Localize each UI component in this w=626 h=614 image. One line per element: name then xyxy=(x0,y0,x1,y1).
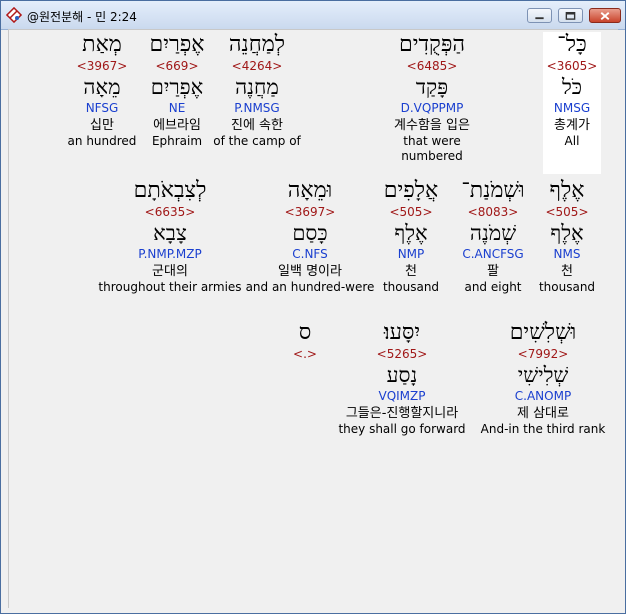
morph-code: NMSG xyxy=(553,101,591,115)
morph-code: NE xyxy=(168,101,186,115)
word-card[interactable]: וּמֵאָה <3697> כָּסַם C.NFS 일백 명이라 and an hun… xyxy=(245,178,375,295)
hebrew-word: מְאַת xyxy=(82,32,122,57)
korean-gloss: 계수함을 입은 xyxy=(394,118,470,133)
morph-code: NMP xyxy=(397,247,425,261)
title-bar[interactable]: @원전분해 - 민 2:24 xyxy=(1,1,625,30)
lemma-word: אֶלֶף xyxy=(394,221,428,245)
lemma-word: פָּקַד xyxy=(415,75,449,99)
word-card[interactable]: לְמַחֲנֵה <4264> מַחֲנֶה P.NMSG 진에 속한 of the … xyxy=(207,32,307,149)
word-card[interactable]: הַפְּקֻדִים <6485> פָּקַד D.VQPPMP 계수함을 입은 th… xyxy=(372,32,492,164)
lemma-word: צָבָא xyxy=(153,221,187,245)
interlinear-panel: כָּל־ <3605> כֹּל NMSG 총계가 All הַפְּקֻדִים <64… xyxy=(8,29,618,608)
strong-number: <3697> xyxy=(284,205,336,219)
close-button[interactable] xyxy=(589,8,621,23)
lemma-word: כֹּל xyxy=(561,75,583,99)
word-card[interactable]: מְאַת <3967> מֵאָה NFSG 십만 an hundred xyxy=(62,32,142,149)
korean-gloss: 제 삼대로 xyxy=(517,406,569,421)
lemma-word xyxy=(275,363,335,388)
app-logo-icon xyxy=(6,7,22,23)
word-card[interactable]: יִסָּעוּ׃ <5265> נָסַע VQIMZP 그들은-진행할지니라 they… xyxy=(327,320,477,437)
lemma-word: שְׁמֹנֶה xyxy=(469,221,517,245)
english-gloss: All xyxy=(564,134,580,148)
minimize-button[interactable] xyxy=(527,8,552,23)
hebrew-word: לְצִבְאֹתָם xyxy=(133,178,207,203)
maximize-icon xyxy=(565,11,576,20)
strong-number: <3605> xyxy=(546,59,598,73)
hebrew-word: וּשְׁמֹנַת־ xyxy=(461,178,525,203)
morph-code: C.ANCFSG xyxy=(462,247,524,261)
morph-code: P.NMP.MZP xyxy=(138,247,202,261)
korean-gloss: 팔 xyxy=(487,264,499,279)
english-gloss: And-in the third rank xyxy=(480,422,606,436)
word-card[interactable]: אֶפְרַיִם <669> אֶפְרַיִם NE 에브라임 Ephraim xyxy=(137,32,217,149)
hebrew-word: אֶפְרַיִם xyxy=(149,32,205,57)
strong-number: <505> xyxy=(545,205,589,219)
word-card[interactable]: אֲלָפִים <505> אֶלֶף NMP 천 thousand xyxy=(376,178,446,295)
minimize-icon xyxy=(535,17,544,20)
lemma-word: אֶפְרַיִם xyxy=(150,75,204,99)
morph-code: C.NFS xyxy=(292,247,328,261)
hebrew-word: וּשְׁלִשִׁים xyxy=(509,320,577,345)
strong-number: <6635> xyxy=(144,205,196,219)
morph-code: D.VQPPMP xyxy=(400,101,464,115)
morph-code: NFSG xyxy=(85,101,119,115)
korean-gloss: 군대의 xyxy=(152,264,188,279)
strong-number: <6485> xyxy=(406,59,458,73)
english-gloss: and eight xyxy=(464,280,522,294)
morph-code: C.ANOMP xyxy=(514,389,572,403)
hebrew-word: אֶלֶף xyxy=(549,178,585,203)
hebrew-word: כָּל־ xyxy=(557,32,587,57)
english-gloss: an hundred xyxy=(67,134,137,148)
english-gloss: and an hundred-were xyxy=(245,280,375,294)
korean-gloss: 천 xyxy=(561,264,573,279)
lemma-word: כָּסַם xyxy=(292,221,328,245)
lemma-word: מֵאָה xyxy=(83,75,121,99)
hebrew-word: אֲלָפִים xyxy=(383,178,439,203)
morph-code: VQIMZP xyxy=(378,389,426,403)
korean-gloss: 그들은-진행할지니라 xyxy=(345,406,459,421)
korean-gloss: 천 xyxy=(405,264,417,279)
window-title: @원전분해 - 민 2:24 xyxy=(27,10,137,24)
word-card[interactable]: וּשְׁמֹנַת־ <8083> שְׁמֹנֶה C.ANCFSG 팔 and ei… xyxy=(453,178,533,295)
word-card[interactable]: לְצִבְאֹתָם <6635> צָבָא P.NMP.MZP 군대의 throug… xyxy=(95,178,245,295)
hebrew-word: וּמֵאָה xyxy=(287,178,333,203)
english-gloss: that were numbered xyxy=(401,134,463,163)
english-gloss: Ephraim xyxy=(151,134,203,148)
close-icon xyxy=(600,12,610,21)
hebrew-word: לְמַחֲנֵה xyxy=(228,32,286,57)
strong-number: <669> xyxy=(155,59,199,73)
lemma-word: מַחֲנֶה xyxy=(235,75,279,99)
strong-number: <505> xyxy=(389,205,433,219)
word-card[interactable]: וּשְׁלִשִׁים <7992> שְׁלִישִׁי C.ANOMP 제 삼대로… xyxy=(478,320,608,437)
morph-code: P.NMSG xyxy=(234,101,280,115)
lemma-word: אֶלֶף xyxy=(550,221,584,245)
word-card[interactable]: ס <.> xyxy=(275,320,335,390)
strong-number: <4264> xyxy=(231,59,283,73)
english-gloss: of the camp of xyxy=(213,134,301,148)
hebrew-word: יִסָּעוּ׃ xyxy=(383,320,421,345)
strong-number: <.> xyxy=(293,347,317,361)
korean-gloss: 진에 속한 xyxy=(231,118,283,133)
korean-gloss: 에브라임 xyxy=(153,118,201,133)
morph-code: NMS xyxy=(553,247,581,261)
lemma-word: שְׁלִישִׁי xyxy=(517,363,569,387)
english-gloss: thousand xyxy=(538,280,596,294)
english-gloss: they shall go forward xyxy=(338,422,466,436)
app-window: @원전분해 - 민 2:24 כָּל־ <3605> כֹּל NMSG 총계가 All… xyxy=(0,0,626,614)
korean-gloss: 일백 명이라 xyxy=(278,264,342,279)
strong-number: <7992> xyxy=(517,347,569,361)
korean-gloss: 십만 xyxy=(90,118,114,133)
lemma-word: נָסַע xyxy=(386,363,418,387)
strong-number: <8083> xyxy=(467,205,519,219)
korean-gloss: 총계가 xyxy=(554,118,590,133)
maximize-button[interactable] xyxy=(558,8,583,23)
word-card[interactable]: כָּל־ <3605> כֹּל NMSG 총계가 All xyxy=(543,32,601,174)
word-card[interactable]: אֶלֶף <505> אֶלֶף NMS 천 thousand xyxy=(532,178,602,295)
english-gloss: throughout their armies xyxy=(98,280,242,294)
strong-number: <5265> xyxy=(376,347,428,361)
strong-number: <3967> xyxy=(76,59,128,73)
hebrew-word: ס xyxy=(298,320,312,345)
hebrew-word: הַפְּקֻדִים xyxy=(398,32,466,57)
english-gloss: thousand xyxy=(382,280,440,294)
